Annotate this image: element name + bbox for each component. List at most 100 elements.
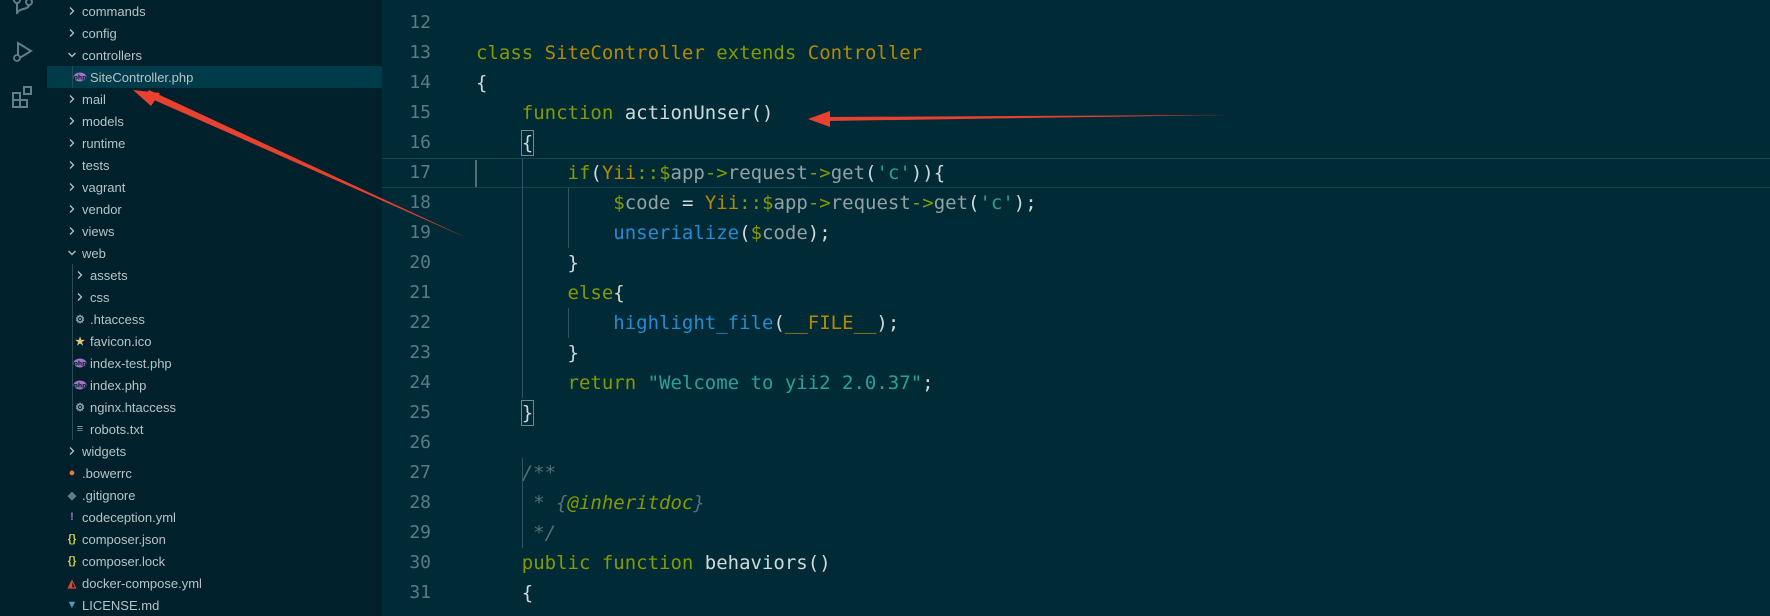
chevron-down-icon[interactable] [65,246,79,260]
file-item[interactable]: php index.php [47,374,382,396]
code-token: { [613,282,625,304]
chevron-right-icon[interactable] [65,92,79,106]
chevron-right-icon[interactable] [73,290,87,304]
line-number: 18 [409,192,431,213]
folder-item[interactable]: css [47,286,382,308]
code-line[interactable]: function actionUnser() [476,98,774,128]
line-number: 16 [409,132,431,153]
indent-guide [72,330,73,352]
file-item[interactable]: ★ favicon.ico [47,330,382,352]
code-token: extends [716,42,808,64]
code-token: get [830,162,866,184]
line-number: 14 [409,72,431,93]
json-file-icon: {} [67,533,77,545]
explorer-item-label: mail [82,91,106,107]
chevron-right-icon[interactable] [65,444,79,458]
code-token: { [476,72,488,94]
yaml-file-icon: ! [70,511,74,523]
line-number: 22 [409,312,431,333]
code-line[interactable]: $code = Yii::$app->request->get('c'); [476,188,1036,218]
folder-item[interactable]: commands [47,0,382,22]
markdown-file-icon: ▼ [66,599,78,611]
code-token: public [521,552,602,574]
code-token: $ [750,222,763,244]
line-number: 29 [409,522,431,543]
code-token: return [567,372,648,394]
file-item[interactable]: {} composer.json [47,528,382,550]
file-item[interactable]: ⚙ nginx.htaccess [47,396,382,418]
folder-item[interactable]: mail [47,88,382,110]
line-number: 19 [409,222,431,243]
source-control-icon[interactable] [8,0,38,22]
explorer-item-label: codeception.yml [82,509,176,525]
explorer-item-label: .htaccess [90,311,145,327]
code-token: request [727,162,808,184]
code-line[interactable]: else{ [476,278,625,308]
code-line[interactable]: class SiteController extends Controller [476,38,922,68]
file-item[interactable]: ! codeception.yml [47,506,382,528]
chevron-down-icon[interactable] [65,48,79,62]
folder-item[interactable]: assets [47,264,382,286]
code-line[interactable]: /** [476,458,556,488]
file-item[interactable]: ▼ LICENSE.md [47,594,382,616]
file-item[interactable]: ◆ .gitignore [47,484,382,506]
code-line[interactable]: if(Yii::$app->request->get('c')){ [476,158,946,188]
code-token: code [624,192,682,214]
folder-item[interactable]: config [47,22,382,44]
code-editor[interactable]: 12 13 14 15 16 17 18 19 20 21 22 23 24 25 26 27 28 29 30 31… [382,0,1770,616]
code-line[interactable]: } [476,338,579,368]
chevron-right-icon[interactable] [65,4,79,18]
folder-item[interactable]: vagrant [47,176,382,198]
code-line[interactable]: { [476,68,487,98]
code-line[interactable]: * {@inheritdoc} [476,488,705,518]
file-item[interactable]: ⚙ .htaccess [47,308,382,330]
chevron-right-icon[interactable] [65,158,79,172]
chevron-right-icon[interactable] [65,136,79,150]
indent-guide [72,308,73,330]
code-line[interactable]: } [476,248,579,278]
text-file-icon: ≡ [76,423,84,435]
code-token: } [567,252,579,274]
file-item[interactable]: {} composer.lock [47,550,382,572]
chevron-right-icon[interactable] [65,26,79,40]
file-item[interactable]: ◭ docker-compose.yml [47,572,382,594]
chevron-right-icon[interactable] [73,268,87,282]
explorer-item-label: .bowerrc [82,465,132,481]
settings-file-icon: ⚙ [75,401,85,414]
line-number: 27 [409,462,431,483]
chevron-right-icon[interactable] [65,114,79,128]
folder-item[interactable]: tests [47,154,382,176]
folder-item[interactable]: web [47,242,382,264]
file-item[interactable]: php index-test.php [47,352,382,374]
code-token: ( [773,312,785,334]
file-item[interactable]: php SiteController.php [47,66,382,88]
code-line[interactable]: */ [476,518,556,548]
chevron-right-icon[interactable] [65,202,79,216]
json-file-icon: {} [67,555,77,567]
extensions-icon[interactable] [8,82,38,112]
code-line[interactable]: highlight_file(__FILE__); [476,308,899,338]
file-item[interactable]: ≡ robots.txt [47,418,382,440]
code-line[interactable]: public function behaviors() [476,548,831,578]
code-line[interactable]: unserialize($code); [476,218,830,248]
chevron-right-icon[interactable] [65,180,79,194]
folder-item[interactable]: controllers [47,44,382,66]
run-debug-icon[interactable] [8,36,38,66]
folder-item[interactable]: views [47,220,382,242]
folder-item[interactable]: runtime [47,132,382,154]
chevron-right-icon[interactable] [65,224,79,238]
explorer-item-label: vendor [82,201,122,217]
folder-item[interactable]: vendor [47,198,382,220]
code-line[interactable]: return "Welcome to yii2 2.0.37"; [476,368,934,398]
code-line[interactable]: { [476,578,533,608]
indent-guide [521,458,523,548]
line-number: 28 [409,492,431,513]
folder-item[interactable]: models [47,110,382,132]
code-token: else [567,282,614,304]
folder-item[interactable]: widgets [47,440,382,462]
file-item[interactable]: ● .bowerrc [47,462,382,484]
code-token: function [601,552,705,574]
code-area[interactable]: class SiteController extends Controller {… [476,0,1770,616]
